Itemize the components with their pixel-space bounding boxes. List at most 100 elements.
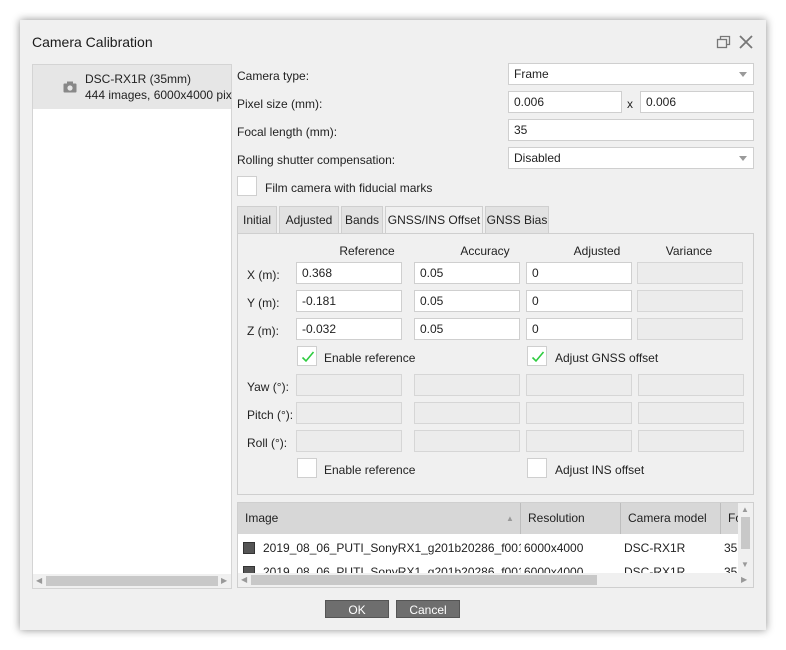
pixel-size-y-input[interactable]: 0.006 <box>640 91 754 113</box>
column-header-camera-model[interactable]: Camera model <box>621 503 721 534</box>
camera-type-value: Frame <box>514 67 549 81</box>
yaw-variance-field <box>638 374 744 396</box>
x-accuracy-input[interactable]: 0.05 <box>414 262 520 284</box>
ins-enable-reference-checkbox[interactable] <box>297 458 317 478</box>
tab-initial[interactable]: Initial <box>237 206 277 234</box>
image-name-cell: 2019_08_06_PUTI_SonyRX1_g201b20286_f001_… <box>263 541 521 555</box>
column-header-image[interactable]: Image ▲ <box>238 503 521 534</box>
focal-length-label: Focal length (mm): <box>237 125 338 139</box>
camera-list-item[interactable]: DSC-RX1R (35mm) 444 images, 6000x4000 pi… <box>33 65 232 109</box>
z-reference-input[interactable]: -0.032 <box>296 318 402 340</box>
y-adjusted-input[interactable]: 0 <box>526 290 632 312</box>
camera-info: 444 images, 6000x4000 pix <box>85 88 232 102</box>
vertical-scroll-thumb[interactable] <box>741 517 750 549</box>
camera-type-select[interactable]: Frame <box>508 63 754 85</box>
resolution-cell: 6000x4000 <box>524 541 584 555</box>
title-bar: Camera Calibration <box>20 20 766 64</box>
image-thumbnail-icon <box>243 542 255 554</box>
camera-list-scrollbar[interactable]: ◀ ▶ <box>33 574 231 588</box>
table-vertical-scrollbar[interactable]: ▲ ▼ <box>738 503 753 573</box>
z-accuracy-input[interactable]: 0.05 <box>414 318 520 340</box>
y-accuracy-input[interactable]: 0.05 <box>414 290 520 312</box>
ins-enable-reference-label: Enable reference <box>324 463 416 477</box>
checkmark-icon <box>301 351 315 363</box>
roll-reference-field <box>296 430 402 452</box>
gnss-ins-offset-panel: Reference Accuracy Adjusted Variance X (… <box>237 233 754 495</box>
scroll-left-icon[interactable]: ◀ <box>36 575 42 587</box>
images-table: Image ▲ Resolution Camera model Fo 2019_… <box>237 502 754 588</box>
cancel-button[interactable]: Cancel <box>396 600 460 618</box>
z-adjusted-input[interactable]: 0 <box>526 318 632 340</box>
roll-accuracy-field <box>414 430 520 452</box>
y-reference-input[interactable]: -0.181 <box>296 290 402 312</box>
column-header-image-label: Image <box>245 511 279 525</box>
column-header-resolution[interactable]: Resolution <box>521 503 621 534</box>
rolling-shutter-label: Rolling shutter compensation: <box>237 153 396 167</box>
roll-adjusted-field <box>526 430 632 452</box>
film-camera-checkbox[interactable] <box>237 176 257 196</box>
table-row[interactable]: 2019_08_06_PUTI_SonyRX1_g201b20286_f001_… <box>238 536 738 560</box>
tab-gnss-bias[interactable]: GNSS Bias <box>485 206 549 234</box>
sort-ascending-icon: ▲ <box>506 514 514 523</box>
scroll-up-icon[interactable]: ▲ <box>741 504 749 516</box>
focal-length-input[interactable]: 35 <box>508 119 754 141</box>
camera-icon <box>63 81 77 93</box>
x-reference-input[interactable]: 0.368 <box>296 262 402 284</box>
pitch-label: Pitch (°): <box>247 408 294 422</box>
pixel-size-label: Pixel size (mm): <box>237 97 323 111</box>
focal-cell: 35 <box>724 541 738 555</box>
roll-variance-field <box>638 430 744 452</box>
yaw-reference-field <box>296 374 402 396</box>
table-horizontal-scrollbar[interactable]: ◀ ▶ <box>238 573 753 587</box>
column-header-adjusted: Adjusted <box>573 244 621 258</box>
rolling-shutter-select[interactable]: Disabled <box>508 147 754 169</box>
chevron-down-icon <box>739 72 747 77</box>
yaw-accuracy-field <box>414 374 520 396</box>
restore-icon[interactable] <box>716 34 732 50</box>
camera-calibration-dialog: Camera Calibration DSC-RX1R (35mm) 444 i… <box>20 20 766 630</box>
dialog-title: Camera Calibration <box>32 34 153 50</box>
camera-list: DSC-RX1R (35mm) 444 images, 6000x4000 pi… <box>32 64 232 589</box>
rolling-shutter-value: Disabled <box>514 151 561 165</box>
gnss-enable-reference-label: Enable reference <box>324 351 416 365</box>
chevron-down-icon <box>739 156 747 161</box>
adjust-gnss-offset-label: Adjust GNSS offset <box>555 351 659 365</box>
film-camera-label: Film camera with fiducial marks <box>265 181 433 195</box>
pitch-adjusted-field <box>526 402 632 424</box>
scroll-right-icon[interactable]: ▶ <box>221 575 227 587</box>
yaw-adjusted-field <box>526 374 632 396</box>
scroll-left-icon[interactable]: ◀ <box>241 574 247 586</box>
x-variance-field <box>637 262 743 284</box>
adjust-ins-offset-label: Adjust INS offset <box>555 463 645 477</box>
x-adjusted-input[interactable]: 0 <box>526 262 632 284</box>
pitch-reference-field <box>296 402 402 424</box>
y-offset-label: Y (m): <box>247 296 280 310</box>
z-offset-label: Z (m): <box>247 324 279 338</box>
gnss-enable-reference-checkbox[interactable] <box>297 346 317 366</box>
column-header-reference: Reference <box>339 244 395 258</box>
tab-adjusted[interactable]: Adjusted <box>279 206 339 234</box>
ok-button[interactable]: OK <box>325 600 389 618</box>
adjust-gnss-offset-checkbox[interactable] <box>527 346 547 366</box>
pixel-size-x-input[interactable]: 0.006 <box>508 91 622 113</box>
pitch-variance-field <box>638 402 744 424</box>
camera-model-cell: DSC-RX1R <box>624 541 686 555</box>
scroll-right-icon[interactable]: ▶ <box>741 574 747 586</box>
scroll-thumb[interactable] <box>46 576 218 586</box>
x-offset-label: X (m): <box>247 268 280 282</box>
camera-name: DSC-RX1R (35mm) <box>85 72 192 86</box>
tab-gnss-ins-offset[interactable]: GNSS/INS Offset <box>385 206 483 234</box>
yaw-label: Yaw (°): <box>247 380 289 394</box>
horizontal-scroll-thumb[interactable] <box>251 575 597 585</box>
pitch-accuracy-field <box>414 402 520 424</box>
pixel-size-separator: x <box>627 97 633 111</box>
z-variance-field <box>637 318 743 340</box>
column-header-accuracy: Accuracy <box>460 244 510 258</box>
scroll-down-icon[interactable]: ▼ <box>741 559 749 571</box>
tab-bands[interactable]: Bands <box>341 206 383 234</box>
close-icon[interactable] <box>738 34 754 50</box>
column-header-variance: Variance <box>665 244 713 258</box>
adjust-ins-offset-checkbox[interactable] <box>527 458 547 478</box>
roll-label: Roll (°): <box>247 436 288 450</box>
table-header: Image ▲ Resolution Camera model Fo <box>238 503 753 534</box>
